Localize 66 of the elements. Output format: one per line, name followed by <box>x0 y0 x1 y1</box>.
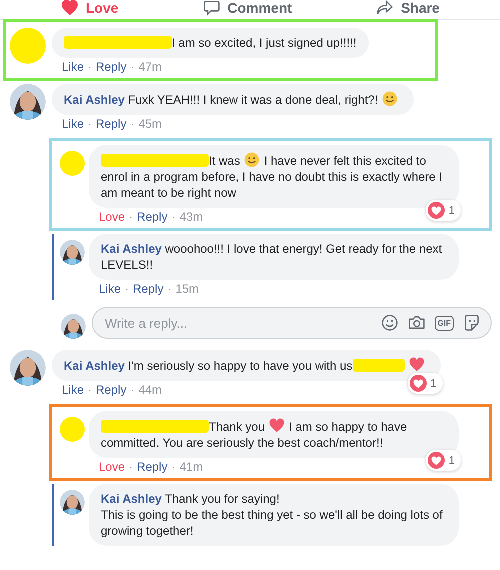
timestamp[interactable]: 44m <box>138 383 162 397</box>
redaction-mark <box>10 28 46 64</box>
author-name[interactable]: Kai Ashley <box>101 492 162 506</box>
separator: · <box>172 210 176 224</box>
redaction-mark <box>60 151 85 176</box>
separator: · <box>88 383 92 397</box>
redaction-mark <box>60 417 85 442</box>
separator: · <box>88 60 92 74</box>
separator: · <box>88 117 92 131</box>
separator: · <box>130 60 135 74</box>
separator: · <box>125 282 130 296</box>
reaction-badge[interactable]: 1 <box>426 200 461 221</box>
gif-button[interactable]: GIF <box>434 316 454 330</box>
react-link[interactable]: Like <box>99 282 122 296</box>
reply-link[interactable]: Reply <box>96 60 127 74</box>
react-link[interactable]: Love <box>99 460 126 474</box>
share-arrow-icon <box>377 0 394 16</box>
reaction-count: 1 <box>448 454 455 468</box>
redaction-mark <box>352 359 405 372</box>
smiley-icon[interactable] <box>380 314 399 332</box>
reply-link[interactable]: Reply <box>137 460 168 474</box>
action-button[interactable]: Share <box>377 0 440 16</box>
timestamp[interactable]: 41m <box>180 460 204 474</box>
comment-text: Thank you I am so happy to have committed. You are seriously the best coach/mentor!! <box>101 420 408 450</box>
reply-field[interactable]: Write a reply... GIF <box>92 307 492 339</box>
reply-link[interactable]: Reply <box>133 282 164 296</box>
timestamp[interactable]: 43m <box>180 210 204 224</box>
reaction-count: 1 <box>430 376 437 392</box>
timestamp[interactable]: 47m <box>138 60 162 74</box>
comment-text: Kai Ashley I'm seriously so happy to have you with us <box>64 359 429 373</box>
separator: · <box>168 282 172 296</box>
reaction-badge[interactable]: 1 <box>426 450 461 471</box>
heart-icon <box>62 0 78 16</box>
react-link[interactable]: Like <box>62 383 84 397</box>
react-link[interactable]: Like <box>62 117 84 131</box>
comment-text: I am so excited, I just signed up!!!!! <box>64 36 357 50</box>
author-name[interactable]: Kai Ashley <box>64 93 125 107</box>
heart-icon <box>408 357 425 373</box>
reply-link[interactable]: Reply <box>137 210 168 224</box>
reply-link[interactable]: Reply <box>96 117 127 131</box>
smiley-icon <box>382 91 398 107</box>
author-name[interactable]: Kai Ashley <box>101 242 162 256</box>
heart-icon <box>269 418 286 434</box>
separator: · <box>130 383 135 397</box>
camera-icon[interactable] <box>408 314 426 332</box>
author-name[interactable]: Kai Ashley <box>64 359 125 373</box>
separator: · <box>172 460 176 474</box>
action-button[interactable]: Comment <box>204 0 292 16</box>
react-link[interactable]: Like <box>62 60 84 74</box>
speech-bubble-icon <box>204 0 220 16</box>
comment-text: Kai Ashley Thank you for saying! This is going to be the best thing yet - so we'll all be doing lots of growing together! <box>101 492 443 538</box>
react-link[interactable]: Love <box>99 210 126 224</box>
comment-text: Kai Ashley Fuxk YEAH!!! I knew it was a done deal, right?! <box>64 93 402 107</box>
timestamp[interactable]: 15m <box>176 282 200 296</box>
comment-text: Kai Ashley wooohoo!!! I love that energy! Get ready for the next LEVELS!! <box>101 242 442 272</box>
separator: · <box>130 117 135 131</box>
timestamp[interactable]: 45m <box>138 117 162 131</box>
separator: · <box>129 210 134 224</box>
action-button[interactable]: Love <box>62 0 119 16</box>
smiley-icon <box>244 152 260 168</box>
reply-link[interactable]: Reply <box>96 383 127 397</box>
sticker-icon[interactable] <box>463 314 481 332</box>
reaction-badge[interactable]: 1 <box>408 373 443 394</box>
reaction-count: 1 <box>448 204 455 218</box>
separator: · <box>129 460 134 474</box>
comment-text: It was I have never felt this excited to enrol in a program before, I have no doubt this is exactly where I am meant to be right now <box>101 154 443 200</box>
